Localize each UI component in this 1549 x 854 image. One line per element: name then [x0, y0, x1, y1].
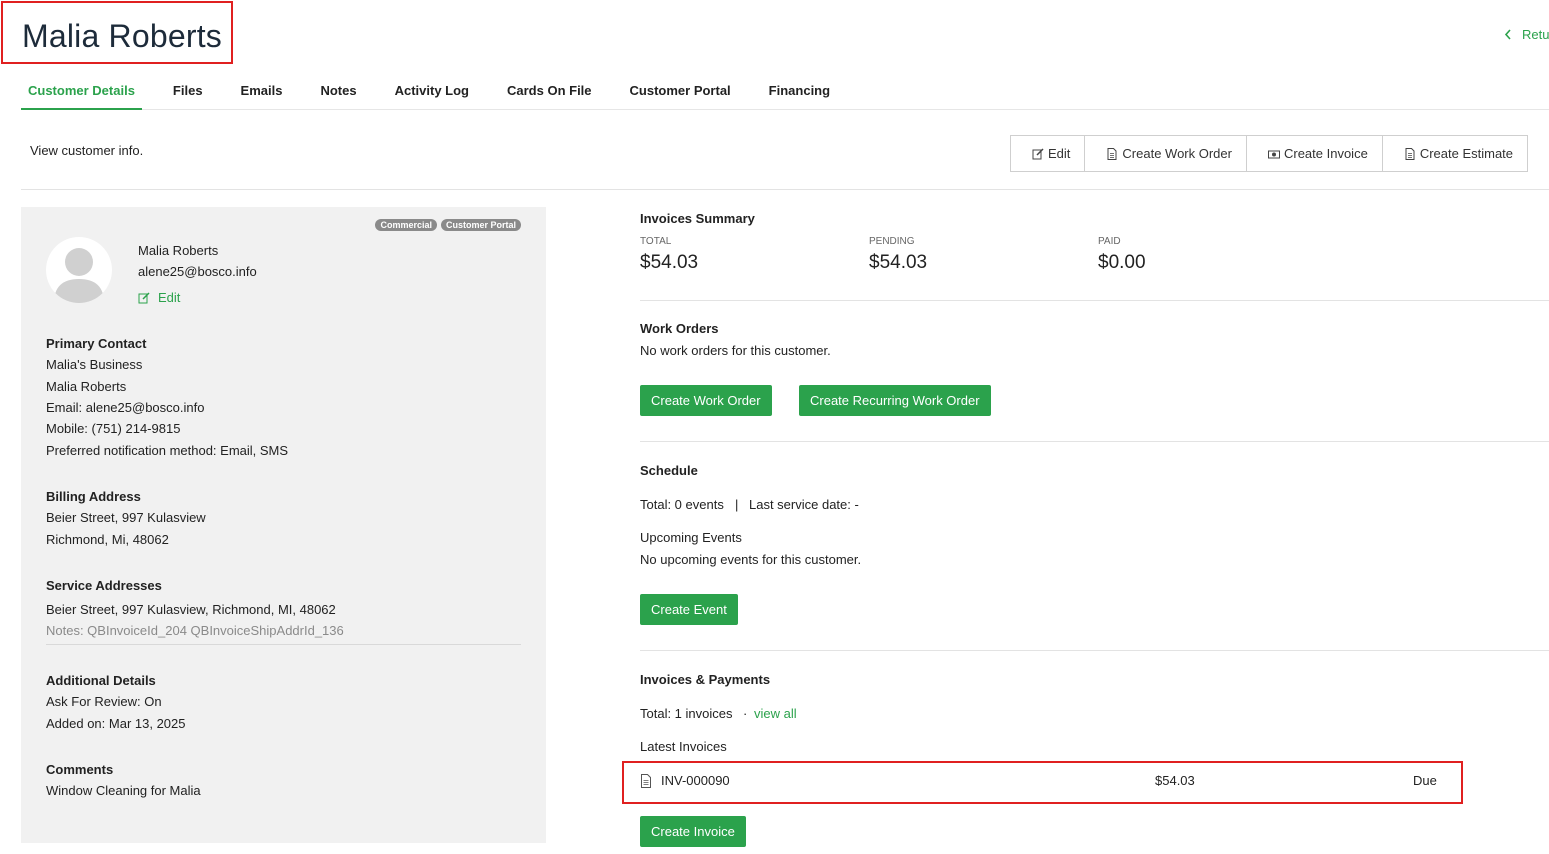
last-service-date: Last service date: -	[749, 497, 859, 512]
service-address-notes: Notes: QBInvoiceId_204 QBInvoiceShipAddr…	[46, 623, 344, 638]
avatar	[46, 237, 112, 303]
section-divider	[640, 300, 1549, 301]
billing-address-heading: Billing Address	[46, 489, 141, 504]
upcoming-events-heading: Upcoming Events	[640, 530, 742, 545]
invoices-dot: ·	[743, 706, 748, 721]
service-divider	[46, 644, 521, 645]
primary-contact-mobile: Mobile: (751) 214-9815	[46, 421, 181, 436]
create-invoice-green-button[interactable]: Create Invoice	[640, 816, 746, 847]
profile-edit-link[interactable]: Edit	[138, 290, 180, 305]
summary-total-value: $54.03	[640, 252, 699, 273]
tab-notes[interactable]: Notes	[313, 81, 363, 110]
document-icon	[1405, 147, 1415, 160]
profile-email: alene25@bosco.info	[138, 264, 257, 279]
document-icon	[641, 774, 651, 788]
return-link[interactable]: Retu	[1504, 27, 1549, 42]
create-invoice-button[interactable]: Create Invoice	[1246, 136, 1383, 171]
money-icon	[1267, 150, 1280, 158]
document-icon	[1107, 147, 1117, 160]
view-all-link[interactable]: view all	[754, 706, 797, 721]
invoice-amount: $54.03	[1155, 773, 1195, 788]
page-title: Malia Roberts	[22, 18, 223, 54]
profile-edit-label: Edit	[158, 290, 181, 305]
primary-contact-heading: Primary Contact	[46, 336, 147, 351]
create-estimate-button[interactable]: Create Estimate	[1382, 136, 1529, 171]
create-work-order-button[interactable]: Create Work Order	[1085, 136, 1247, 171]
avatar-icon	[54, 248, 104, 303]
badge-group: Commercial Customer Portal	[375, 219, 521, 231]
comments-text: Window Cleaning for Malia	[46, 783, 201, 798]
work-orders-empty: No work orders for this customer.	[640, 343, 831, 358]
primary-contact-notification: Preferred notification method: Email, SM…	[46, 443, 289, 458]
invoice-status: Due	[1413, 773, 1437, 788]
tab-activity-log[interactable]: Activity Log	[388, 81, 476, 110]
tab-cards-on-file[interactable]: Cards On File	[500, 81, 599, 110]
comments-heading: Comments	[46, 762, 114, 777]
tab-customer-portal[interactable]: Customer Portal	[623, 81, 738, 110]
section-divider	[640, 441, 1549, 442]
tab-bar: Customer Details Files Emails Notes Acti…	[21, 81, 1549, 110]
create-work-order-label: Create Work Order	[1122, 146, 1232, 161]
page-subtitle: View customer info.	[30, 143, 144, 158]
billing-address-line2: Richmond, Mi, 48062	[46, 532, 169, 547]
summary-pending-label: PENDING	[869, 236, 915, 247]
tab-financing[interactable]: Financing	[762, 81, 837, 110]
invoices-total: Total: 1 invoices	[640, 706, 733, 721]
create-event-button[interactable]: Create Event	[640, 594, 738, 625]
schedule-heading: Schedule	[640, 463, 698, 478]
header-divider	[21, 189, 1549, 190]
tab-emails[interactable]: Emails	[234, 81, 290, 110]
primary-contact-email: Email: alene25@bosco.info	[46, 400, 205, 415]
summary-total-label: TOTAL	[640, 236, 672, 247]
tab-customer-details[interactable]: Customer Details	[21, 81, 142, 110]
work-orders-heading: Work Orders	[640, 321, 719, 336]
upcoming-events-empty: No upcoming events for this customer.	[640, 552, 862, 567]
create-invoice-label: Create Invoice	[1283, 146, 1368, 161]
invoices-payments-heading: Invoices & Payments	[640, 672, 771, 687]
create-recurring-work-order-button[interactable]: Create Recurring Work Order	[799, 385, 991, 416]
edit-button[interactable]: Edit	[1011, 136, 1086, 171]
schedule-separator: |	[735, 497, 739, 512]
return-label: Retu	[1522, 27, 1549, 42]
edit-icon	[1032, 147, 1044, 159]
additional-details-heading: Additional Details	[46, 673, 156, 688]
billing-address-line1: Beier Street, 997 Kulasview	[46, 510, 206, 525]
section-divider	[640, 650, 1549, 651]
customer-profile-panel: Commercial Customer Portal Malia Roberts…	[21, 207, 546, 843]
primary-contact-business: Malia's Business	[46, 357, 143, 372]
schedule-total: Total: 0 events	[640, 497, 724, 512]
tab-files[interactable]: Files	[166, 81, 210, 110]
added-on: Added on: Mar 13, 2025	[46, 716, 186, 731]
summary-paid-value: $0.00	[1098, 252, 1146, 273]
action-toolbar: Edit Create Work Order Create Invoice Cr…	[1010, 135, 1529, 172]
profile-name: Malia Roberts	[138, 243, 219, 258]
edit-button-label: Edit	[1048, 146, 1071, 161]
service-addresses-heading: Service Addresses	[46, 578, 162, 593]
primary-contact-name: Malia Roberts	[46, 379, 127, 394]
chevron-left-icon	[1504, 29, 1511, 40]
service-address-line: Beier Street, 997 Kulasview, Richmond, M…	[46, 602, 336, 617]
badge-customer-portal: Customer Portal	[440, 219, 521, 231]
edit-icon	[138, 291, 150, 303]
invoice-number[interactable]: INV-000090	[661, 773, 730, 788]
summary-pending-value: $54.03	[869, 252, 928, 273]
create-estimate-label: Create Estimate	[1419, 146, 1514, 161]
invoice-row[interactable]: INV-000090 $54.03 Due	[622, 761, 1463, 804]
invoices-summary-heading: Invoices Summary	[640, 211, 755, 226]
create-work-order-green-button[interactable]: Create Work Order	[640, 385, 772, 416]
summary-paid-label: PAID	[1098, 236, 1121, 247]
latest-invoices-heading: Latest Invoices	[640, 739, 727, 754]
badge-commercial: Commercial	[375, 219, 437, 231]
ask-for-review: Ask For Review: On	[46, 694, 162, 709]
